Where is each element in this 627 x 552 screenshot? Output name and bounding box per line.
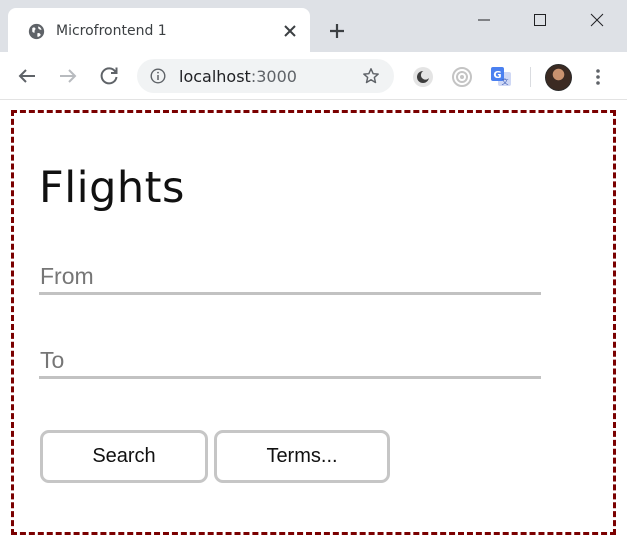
forward-arrow-icon[interactable] <box>56 64 80 88</box>
url-port: :3000 <box>250 67 297 86</box>
page-viewport: Flights Search Terms... <box>0 101 627 552</box>
terms-button[interactable]: Terms... <box>214 430 390 483</box>
address-bar[interactable]: localhost:3000 <box>137 59 394 93</box>
reload-icon[interactable] <box>97 64 121 88</box>
more-menu-icon[interactable] <box>590 66 606 88</box>
url-host: localhost <box>179 67 251 86</box>
close-icon[interactable] <box>283 24 297 38</box>
microfrontend-container: Flights Search Terms... <box>11 110 616 535</box>
dark-mode-extension-icon[interactable] <box>412 66 434 88</box>
minimize-icon[interactable] <box>471 7 497 33</box>
browser-title-bar: Microfrontend 1 <box>0 0 627 52</box>
globe-icon <box>28 23 45 40</box>
tab-title: Microfrontend 1 <box>56 23 167 39</box>
url-text: localhost:3000 <box>179 67 297 86</box>
search-button[interactable]: Search <box>40 430 208 483</box>
plus-icon[interactable] <box>328 22 346 40</box>
star-icon[interactable] <box>362 67 380 85</box>
record-extension-icon[interactable] <box>451 66 473 88</box>
page-title: Flights <box>39 163 185 213</box>
toolbar-divider <box>530 67 531 87</box>
from-field[interactable] <box>39 259 541 295</box>
window-close-icon[interactable] <box>584 7 610 33</box>
avatar[interactable] <box>545 64 572 91</box>
browser-tab[interactable]: Microfrontend 1 <box>8 8 310 52</box>
maximize-icon[interactable] <box>527 7 553 33</box>
svg-text:G: G <box>493 70 501 81</box>
to-field[interactable] <box>39 343 541 379</box>
back-arrow-icon[interactable] <box>15 64 39 88</box>
translate-extension-icon[interactable]: G 文 <box>490 66 512 88</box>
info-icon[interactable] <box>150 68 166 84</box>
browser-toolbar: localhost:3000 G 文 <box>0 52 627 100</box>
svg-text:文: 文 <box>502 77 509 86</box>
